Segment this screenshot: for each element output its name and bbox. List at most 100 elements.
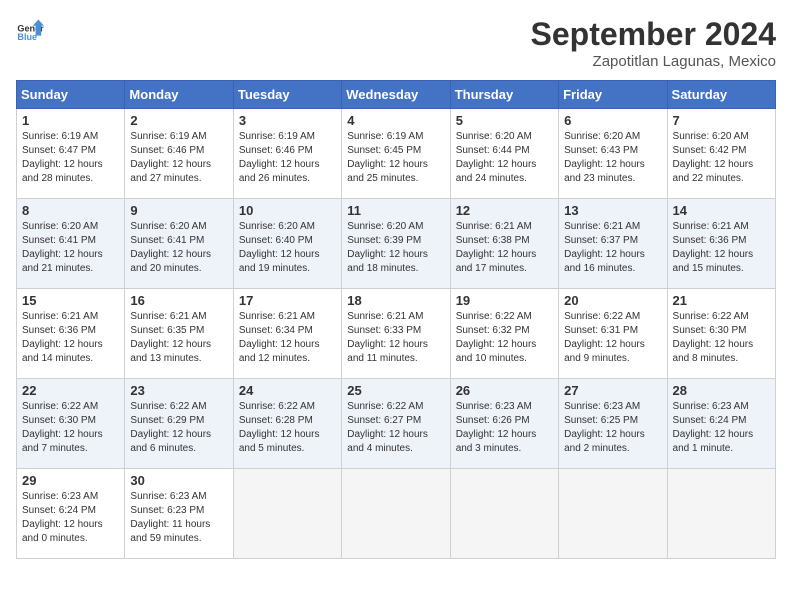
calendar-cell: 6 Sunrise: 6:20 AM Sunset: 6:43 PM Dayli… <box>559 109 667 199</box>
calendar-cell <box>450 469 558 559</box>
day-info: Sunrise: 6:20 AM Sunset: 6:43 PM Dayligh… <box>564 131 645 184</box>
calendar-cell: 4 Sunrise: 6:19 AM Sunset: 6:45 PM Dayli… <box>342 109 450 199</box>
header-thursday: Thursday <box>450 81 558 109</box>
calendar-week-1: 1 Sunrise: 6:19 AM Sunset: 6:47 PM Dayli… <box>17 109 776 199</box>
day-number: 24 <box>239 383 336 398</box>
day-number: 25 <box>347 383 444 398</box>
day-info: Sunrise: 6:22 AM Sunset: 6:30 PM Dayligh… <box>22 401 103 454</box>
day-info: Sunrise: 6:21 AM Sunset: 6:36 PM Dayligh… <box>673 221 754 274</box>
day-info: Sunrise: 6:22 AM Sunset: 6:31 PM Dayligh… <box>564 311 645 364</box>
calendar-cell: 10 Sunrise: 6:20 AM Sunset: 6:40 PM Dayl… <box>233 199 341 289</box>
day-number: 1 <box>22 113 119 128</box>
weekday-header-row: Sunday Monday Tuesday Wednesday Thursday… <box>17 81 776 109</box>
day-info: Sunrise: 6:22 AM Sunset: 6:27 PM Dayligh… <box>347 401 428 454</box>
day-info: Sunrise: 6:21 AM Sunset: 6:36 PM Dayligh… <box>22 311 103 364</box>
day-number: 13 <box>564 203 661 218</box>
calendar-week-4: 22 Sunrise: 6:22 AM Sunset: 6:30 PM Dayl… <box>17 379 776 469</box>
calendar-cell <box>559 469 667 559</box>
day-number: 21 <box>673 293 770 308</box>
day-number: 14 <box>673 203 770 218</box>
day-info: Sunrise: 6:20 AM Sunset: 6:42 PM Dayligh… <box>673 131 754 184</box>
day-number: 6 <box>564 113 661 128</box>
day-number: 19 <box>456 293 553 308</box>
calendar-cell: 12 Sunrise: 6:21 AM Sunset: 6:38 PM Dayl… <box>450 199 558 289</box>
day-number: 3 <box>239 113 336 128</box>
calendar-cell: 27 Sunrise: 6:23 AM Sunset: 6:25 PM Dayl… <box>559 379 667 469</box>
day-info: Sunrise: 6:20 AM Sunset: 6:40 PM Dayligh… <box>239 221 320 274</box>
header-monday: Monday <box>125 81 233 109</box>
day-info: Sunrise: 6:20 AM Sunset: 6:44 PM Dayligh… <box>456 131 537 184</box>
svg-text:Blue: Blue <box>17 32 37 42</box>
calendar-cell: 5 Sunrise: 6:20 AM Sunset: 6:44 PM Dayli… <box>450 109 558 199</box>
day-number: 30 <box>130 473 227 488</box>
day-number: 7 <box>673 113 770 128</box>
day-info: Sunrise: 6:19 AM Sunset: 6:47 PM Dayligh… <box>22 131 103 184</box>
calendar-cell: 28 Sunrise: 6:23 AM Sunset: 6:24 PM Dayl… <box>667 379 775 469</box>
header-wednesday: Wednesday <box>342 81 450 109</box>
logo: General Blue <box>16 16 44 44</box>
day-number: 2 <box>130 113 227 128</box>
day-number: 29 <box>22 473 119 488</box>
day-info: Sunrise: 6:19 AM Sunset: 6:46 PM Dayligh… <box>130 131 211 184</box>
day-info: Sunrise: 6:23 AM Sunset: 6:25 PM Dayligh… <box>564 401 645 454</box>
calendar-week-5: 29 Sunrise: 6:23 AM Sunset: 6:24 PM Dayl… <box>17 469 776 559</box>
calendar-cell: 17 Sunrise: 6:21 AM Sunset: 6:34 PM Dayl… <box>233 289 341 379</box>
day-info: Sunrise: 6:20 AM Sunset: 6:39 PM Dayligh… <box>347 221 428 274</box>
header-tuesday: Tuesday <box>233 81 341 109</box>
day-info: Sunrise: 6:20 AM Sunset: 6:41 PM Dayligh… <box>22 221 103 274</box>
header-saturday: Saturday <box>667 81 775 109</box>
day-number: 5 <box>456 113 553 128</box>
logo-icon: General Blue <box>16 16 44 44</box>
calendar-week-2: 8 Sunrise: 6:20 AM Sunset: 6:41 PM Dayli… <box>17 199 776 289</box>
calendar-cell <box>667 469 775 559</box>
day-info: Sunrise: 6:21 AM Sunset: 6:38 PM Dayligh… <box>456 221 537 274</box>
calendar-cell <box>233 469 341 559</box>
day-number: 8 <box>22 203 119 218</box>
day-number: 15 <box>22 293 119 308</box>
calendar-cell: 29 Sunrise: 6:23 AM Sunset: 6:24 PM Dayl… <box>17 469 125 559</box>
calendar-cell: 9 Sunrise: 6:20 AM Sunset: 6:41 PM Dayli… <box>125 199 233 289</box>
day-number: 23 <box>130 383 227 398</box>
calendar-cell: 18 Sunrise: 6:21 AM Sunset: 6:33 PM Dayl… <box>342 289 450 379</box>
calendar: Sunday Monday Tuesday Wednesday Thursday… <box>16 80 776 559</box>
calendar-cell: 26 Sunrise: 6:23 AM Sunset: 6:26 PM Dayl… <box>450 379 558 469</box>
calendar-cell: 19 Sunrise: 6:22 AM Sunset: 6:32 PM Dayl… <box>450 289 558 379</box>
calendar-cell: 23 Sunrise: 6:22 AM Sunset: 6:29 PM Dayl… <box>125 379 233 469</box>
calendar-cell: 14 Sunrise: 6:21 AM Sunset: 6:36 PM Dayl… <box>667 199 775 289</box>
day-info: Sunrise: 6:23 AM Sunset: 6:26 PM Dayligh… <box>456 401 537 454</box>
location-title: Zapotitlan Lagunas, Mexico <box>531 53 776 70</box>
day-info: Sunrise: 6:21 AM Sunset: 6:37 PM Dayligh… <box>564 221 645 274</box>
calendar-cell: 16 Sunrise: 6:21 AM Sunset: 6:35 PM Dayl… <box>125 289 233 379</box>
day-number: 17 <box>239 293 336 308</box>
calendar-cell: 3 Sunrise: 6:19 AM Sunset: 6:46 PM Dayli… <box>233 109 341 199</box>
day-info: Sunrise: 6:20 AM Sunset: 6:41 PM Dayligh… <box>130 221 211 274</box>
header-friday: Friday <box>559 81 667 109</box>
day-info: Sunrise: 6:21 AM Sunset: 6:35 PM Dayligh… <box>130 311 211 364</box>
day-info: Sunrise: 6:21 AM Sunset: 6:34 PM Dayligh… <box>239 311 320 364</box>
month-title: September 2024 <box>531 16 776 53</box>
calendar-cell: 20 Sunrise: 6:22 AM Sunset: 6:31 PM Dayl… <box>559 289 667 379</box>
day-number: 16 <box>130 293 227 308</box>
day-info: Sunrise: 6:19 AM Sunset: 6:46 PM Dayligh… <box>239 131 320 184</box>
day-number: 12 <box>456 203 553 218</box>
calendar-week-3: 15 Sunrise: 6:21 AM Sunset: 6:36 PM Dayl… <box>17 289 776 379</box>
day-number: 9 <box>130 203 227 218</box>
day-info: Sunrise: 6:22 AM Sunset: 6:30 PM Dayligh… <box>673 311 754 364</box>
calendar-cell: 8 Sunrise: 6:20 AM Sunset: 6:41 PM Dayli… <box>17 199 125 289</box>
day-info: Sunrise: 6:22 AM Sunset: 6:32 PM Dayligh… <box>456 311 537 364</box>
day-number: 28 <box>673 383 770 398</box>
header: General Blue September 2024 Zapotitlan L… <box>16 16 776 70</box>
title-area: September 2024 Zapotitlan Lagunas, Mexic… <box>531 16 776 70</box>
day-number: 18 <box>347 293 444 308</box>
calendar-cell: 1 Sunrise: 6:19 AM Sunset: 6:47 PM Dayli… <box>17 109 125 199</box>
calendar-cell: 30 Sunrise: 6:23 AM Sunset: 6:23 PM Dayl… <box>125 469 233 559</box>
day-number: 10 <box>239 203 336 218</box>
day-number: 26 <box>456 383 553 398</box>
day-number: 22 <box>22 383 119 398</box>
calendar-cell: 7 Sunrise: 6:20 AM Sunset: 6:42 PM Dayli… <box>667 109 775 199</box>
day-info: Sunrise: 6:22 AM Sunset: 6:28 PM Dayligh… <box>239 401 320 454</box>
calendar-cell: 21 Sunrise: 6:22 AM Sunset: 6:30 PM Dayl… <box>667 289 775 379</box>
day-number: 20 <box>564 293 661 308</box>
calendar-cell: 13 Sunrise: 6:21 AM Sunset: 6:37 PM Dayl… <box>559 199 667 289</box>
day-info: Sunrise: 6:23 AM Sunset: 6:24 PM Dayligh… <box>673 401 754 454</box>
